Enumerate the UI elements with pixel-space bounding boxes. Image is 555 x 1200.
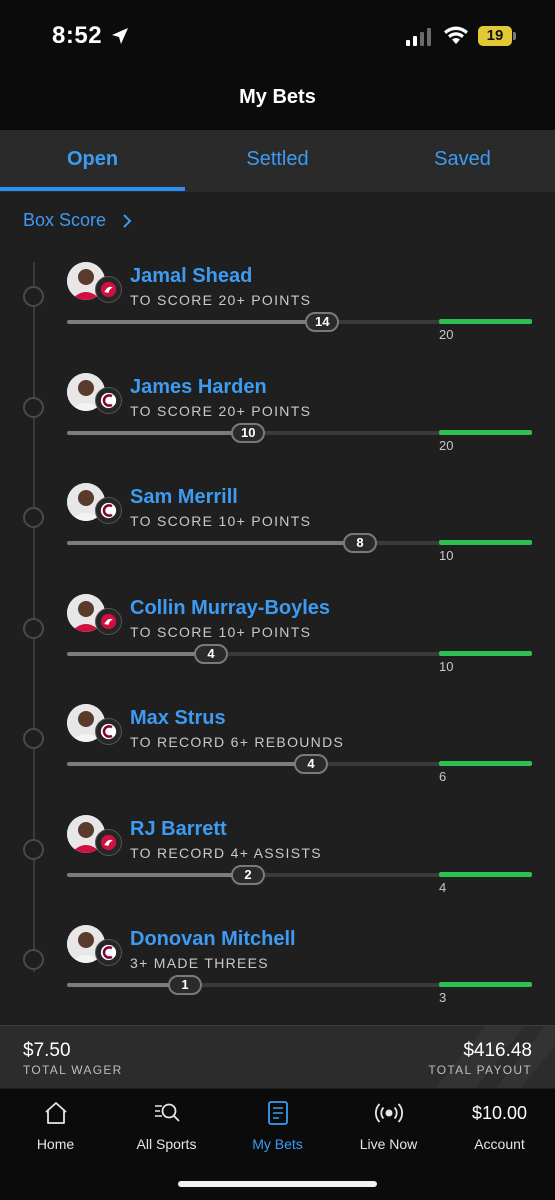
bet-market: TO RECORD 4+ ASSISTS — [130, 844, 322, 861]
nav-live-now-label: Live Now — [359, 1136, 418, 1152]
target-value: 20 — [439, 327, 454, 342]
target-value: 10 — [439, 548, 454, 563]
bet-market: TO SCORE 20+ POINTS — [130, 402, 312, 419]
bet-market: 3+ MADE THREES — [130, 955, 269, 971]
account-balance: $10.00 — [471, 1102, 528, 1123]
goal-segment — [439, 761, 532, 766]
nav-home[interactable]: Home — [0, 1089, 111, 1169]
player-name[interactable]: Max Strus — [130, 707, 226, 730]
current-stat-pill: 8 — [343, 533, 377, 553]
bet-summary: $7.50 TOTAL WAGER $416.48 TOTAL PAYOUT — [0, 1025, 555, 1088]
team-logo-icon — [95, 718, 122, 745]
wifi-icon — [444, 26, 468, 44]
timeline-dot — [23, 728, 44, 749]
progress-fill — [67, 320, 327, 324]
nav-account-label: Account — [474, 1136, 525, 1152]
status-bar: 8:52 19 — [0, 0, 555, 72]
status-time: 8:52 — [52, 22, 103, 49]
leg-row[interactable]: Jamal Shead TO SCORE 20+ POINTS 14 20 — [0, 262, 555, 372]
timeline-dot — [23, 507, 44, 528]
nav-home-label: Home — [36, 1136, 75, 1152]
battery-level: 19 — [486, 27, 504, 44]
timeline-dot — [23, 396, 44, 418]
goal-segment — [439, 650, 532, 656]
nav-my-bets[interactable]: My Bets — [222, 1089, 333, 1169]
progress-fill — [67, 872, 253, 877]
home-icon — [44, 1102, 67, 1124]
timeline-dot — [23, 617, 44, 639]
leg-row[interactable]: James Harden TO SCORE 20+ POINTS 10 20 — [0, 372, 555, 483]
progress-fill — [67, 541, 365, 545]
cellular-signal-icon — [406, 28, 431, 46]
leg-row[interactable]: Collin Murray-Boyles TO SCORE 10+ POINTS 4… — [0, 593, 555, 704]
total-wager-amount: $7.50 — [23, 1040, 71, 1061]
player-name[interactable]: Sam Merrill — [130, 486, 238, 509]
timeline-dot — [23, 838, 44, 860]
team-logo-icon — [95, 939, 122, 966]
tab-open[interactable]: Open — [0, 130, 185, 192]
team-logo-icon — [95, 607, 122, 635]
active-tab-indicator — [0, 187, 185, 191]
current-stat-pill: 1 — [168, 975, 202, 995]
player-name[interactable]: Donovan Mitchell — [130, 928, 296, 951]
chevron-right-icon[interactable] — [122, 214, 132, 228]
player-name[interactable]: Jamal Shead — [130, 265, 252, 288]
leg-row[interactable]: Sam Merrill TO SCORE 10+ POINTS 8 10 — [0, 483, 555, 593]
team-logo-icon — [95, 828, 122, 856]
total-payout-label: TOTAL PAYOUT — [428, 1063, 532, 1077]
bet-market: TO RECORD 6+ REBOUNDS — [130, 734, 345, 750]
current-stat-pill: 4 — [194, 643, 228, 664]
nav-all-sports[interactable]: All Sports — [111, 1089, 222, 1169]
bet-market: TO SCORE 10+ POINTS — [130, 513, 312, 529]
nav-account[interactable]: $10.00 Account — [444, 1089, 555, 1169]
bet-market: TO SCORE 10+ POINTS — [130, 623, 312, 640]
team-logo-icon — [95, 497, 122, 524]
bet-card: Box Score Jamal Shead TO SCORE 20+ POINTS… — [0, 192, 555, 1025]
nav-live-now[interactable]: Live Now — [333, 1089, 444, 1169]
target-value: 3 — [439, 990, 447, 1005]
goal-segment — [439, 982, 532, 987]
player-name[interactable]: RJ Barrett — [130, 818, 227, 841]
target-value: 6 — [439, 769, 447, 784]
leg-row[interactable]: Donovan Mitchell 3+ MADE THREES 1 3 — [0, 925, 555, 1035]
leg-row[interactable]: Max Strus TO RECORD 6+ REBOUNDS 4 6 — [0, 704, 555, 814]
target-value: 4 — [439, 879, 447, 895]
home-indicator — [178, 1181, 377, 1187]
player-name[interactable]: James Harden — [130, 376, 267, 399]
goal-segment — [439, 319, 532, 324]
current-stat-pill: 4 — [294, 754, 328, 774]
progress-fill — [67, 762, 316, 766]
nav-all-sports-label: All Sports — [136, 1136, 197, 1152]
current-stat-pill: 2 — [231, 864, 265, 885]
goal-segment — [439, 871, 532, 877]
leg-row[interactable]: RJ Barrett TO RECORD 4+ ASSISTS 2 4 — [0, 814, 555, 925]
team-logo-icon — [95, 276, 122, 303]
total-payout-amount: $416.48 — [463, 1040, 532, 1061]
bet-market: TO SCORE 20+ POINTS — [130, 292, 312, 308]
box-score-link[interactable]: Box Score — [23, 210, 106, 231]
timeline-dot — [23, 286, 44, 307]
live-icon — [374, 1103, 403, 1123]
player-name[interactable]: Collin Murray-Boyles — [130, 597, 330, 620]
page-title: My Bets — [239, 86, 316, 108]
tab-settled[interactable]: Settled — [185, 130, 370, 192]
team-logo-icon — [95, 386, 122, 414]
target-value: 10 — [439, 658, 454, 674]
goal-segment — [439, 540, 532, 545]
battery-indicator: 19 — [478, 26, 516, 46]
current-stat-pill: 10 — [231, 422, 266, 443]
timeline-dot — [23, 949, 44, 970]
bet-slip-icon — [267, 1101, 288, 1125]
nav-my-bets-label: My Bets — [252, 1136, 303, 1152]
total-wager-label: TOTAL WAGER — [23, 1063, 123, 1077]
bet-tabs: Open Settled Saved — [0, 130, 555, 192]
tab-saved[interactable]: Saved — [370, 130, 555, 192]
target-value: 20 — [439, 437, 454, 453]
header: My Bets — [0, 72, 555, 130]
search-sports-icon — [154, 1103, 180, 1122]
goal-segment — [439, 429, 532, 435]
location-arrow-icon — [112, 28, 128, 44]
progress-fill — [67, 430, 253, 435]
current-stat-pill: 14 — [305, 312, 340, 332]
